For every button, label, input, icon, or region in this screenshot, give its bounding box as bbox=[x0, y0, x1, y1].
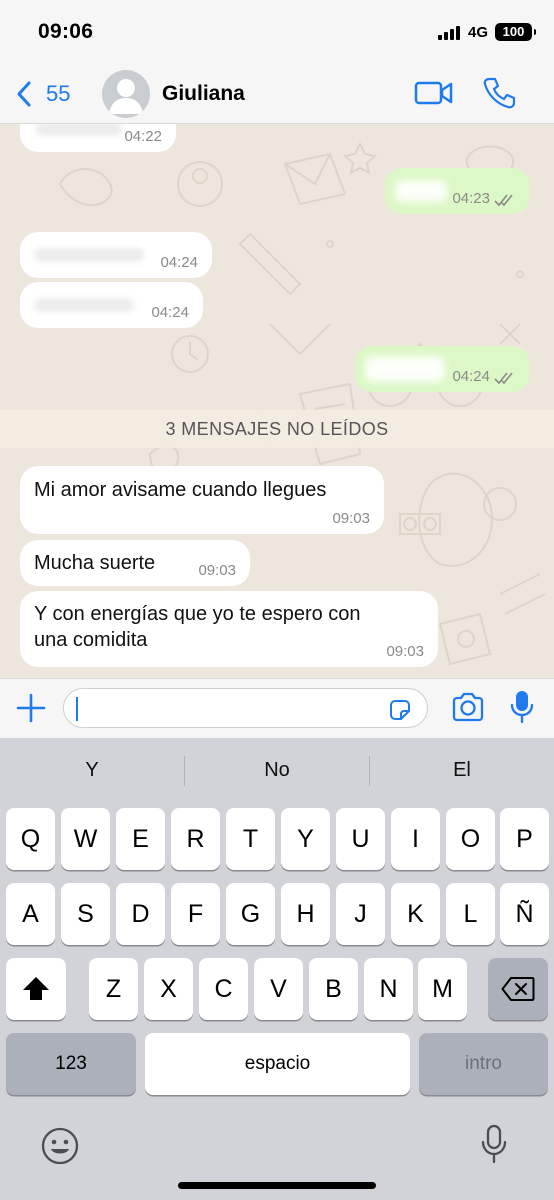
avatar[interactable] bbox=[102, 70, 150, 118]
message-bubble-incoming[interactable]: 04:22 bbox=[20, 124, 176, 152]
plus-icon[interactable] bbox=[14, 691, 48, 725]
unread-messages-divider: 3 MENSAJES NO LEÍDOS bbox=[0, 410, 554, 448]
key-o[interactable]: O bbox=[446, 808, 495, 870]
network-type: 4G bbox=[468, 24, 489, 41]
backspace-icon bbox=[501, 977, 535, 1001]
key-i[interactable]: I bbox=[391, 808, 440, 870]
suggestion-item[interactable]: No bbox=[185, 738, 369, 802]
key-n-tilde[interactable]: Ñ bbox=[500, 883, 549, 945]
key-j[interactable]: J bbox=[336, 883, 385, 945]
text-cursor bbox=[76, 697, 78, 721]
hidden-message-text bbox=[34, 298, 134, 312]
suggestion-bar: Y No El bbox=[0, 738, 554, 802]
key-h[interactable]: H bbox=[281, 883, 330, 945]
key-v[interactable]: V bbox=[254, 958, 303, 1020]
key-g[interactable]: G bbox=[226, 883, 275, 945]
message-bubble-incoming[interactable]: Mi amor avisame cuando llegues 09:03 bbox=[20, 466, 384, 534]
message-time: 09:03 bbox=[198, 562, 236, 579]
numbers-key[interactable]: 123 bbox=[6, 1033, 136, 1095]
message-time: 09:03 bbox=[332, 510, 370, 527]
keyboard: Y No El Q W E R T Y U I O P A S D F G H … bbox=[0, 738, 554, 1200]
key-u[interactable]: U bbox=[336, 808, 385, 870]
space-key[interactable]: espacio bbox=[145, 1033, 410, 1095]
message-time: 04:24 bbox=[151, 304, 189, 321]
key-a[interactable]: A bbox=[6, 883, 55, 945]
shift-key[interactable] bbox=[6, 958, 66, 1020]
sticker-icon[interactable] bbox=[388, 698, 412, 722]
message-text-line: Y con energías que yo te espero con bbox=[34, 603, 361, 625]
key-s[interactable]: S bbox=[61, 883, 110, 945]
key-b[interactable]: B bbox=[309, 958, 358, 1020]
video-camera-icon[interactable] bbox=[414, 78, 454, 108]
hidden-message-text bbox=[36, 124, 122, 136]
message-time: 04:22 bbox=[124, 128, 162, 145]
key-t[interactable]: T bbox=[226, 808, 275, 870]
phone-icon[interactable] bbox=[482, 76, 516, 110]
key-r[interactable]: R bbox=[171, 808, 220, 870]
message-input-bar bbox=[0, 678, 554, 738]
key-c[interactable]: C bbox=[199, 958, 248, 1020]
message-bubble-incoming[interactable]: Mucha suerte 09:03 bbox=[20, 540, 250, 586]
key-x[interactable]: X bbox=[144, 958, 193, 1020]
message-time: 04:24 bbox=[452, 368, 490, 385]
key-q[interactable]: Q bbox=[6, 808, 55, 870]
person-icon bbox=[109, 79, 143, 114]
read-receipt-icon bbox=[494, 372, 513, 385]
message-text: Mucha suerte bbox=[34, 552, 156, 574]
cellular-signal-icon bbox=[438, 26, 464, 40]
key-w[interactable]: W bbox=[61, 808, 110, 870]
message-text: Mi amor avisame cuando llegues bbox=[34, 479, 327, 501]
message-input[interactable] bbox=[63, 688, 428, 728]
read-receipt-icon bbox=[494, 194, 513, 207]
message-time: 04:23 bbox=[452, 190, 490, 207]
message-time: 09:03 bbox=[386, 643, 424, 660]
message-bubble-incoming[interactable]: 04:24 bbox=[20, 232, 212, 278]
key-d[interactable]: D bbox=[116, 883, 165, 945]
hidden-message-text bbox=[365, 356, 445, 382]
return-key[interactable]: intro bbox=[419, 1033, 548, 1095]
battery-icon: 100 bbox=[495, 23, 536, 41]
suggestion-item[interactable]: El bbox=[370, 738, 554, 802]
chat-header: 55 Giuliana bbox=[0, 64, 554, 124]
chevron-left-icon bbox=[17, 81, 31, 107]
key-y[interactable]: Y bbox=[281, 808, 330, 870]
microphone-icon[interactable] bbox=[509, 689, 535, 725]
contact-name[interactable]: Giuliana bbox=[162, 82, 245, 106]
delete-key[interactable] bbox=[488, 958, 548, 1020]
message-bubble-incoming[interactable]: Y con energías que yo te espero con una … bbox=[20, 591, 438, 667]
key-m[interactable]: M bbox=[418, 958, 467, 1020]
chat-area[interactable]: 04:22 04:23 04:24 04:24 04:24 3 MENSAJES… bbox=[0, 124, 554, 678]
key-e[interactable]: E bbox=[116, 808, 165, 870]
status-bar: 09:06 4G 100 bbox=[0, 0, 554, 64]
hidden-message-text bbox=[34, 248, 144, 262]
hidden-message-text bbox=[395, 180, 447, 202]
message-bubble-outgoing[interactable]: 04:24 bbox=[355, 346, 530, 392]
message-text: Y con energías que yo te espero con una … bbox=[34, 601, 361, 653]
key-p[interactable]: P bbox=[500, 808, 549, 870]
key-k[interactable]: K bbox=[391, 883, 440, 945]
message-bubble-outgoing[interactable]: 04:23 bbox=[385, 168, 530, 214]
emoji-icon[interactable] bbox=[40, 1126, 80, 1166]
key-z[interactable]: Z bbox=[89, 958, 138, 1020]
back-button[interactable]: 55 bbox=[14, 78, 70, 110]
key-n[interactable]: N bbox=[364, 958, 413, 1020]
status-time: 09:06 bbox=[38, 20, 94, 43]
message-time: 04:24 bbox=[160, 254, 198, 271]
home-indicator[interactable] bbox=[178, 1182, 376, 1189]
unread-chats-count: 55 bbox=[46, 81, 71, 106]
key-l[interactable]: L bbox=[446, 883, 495, 945]
key-f[interactable]: F bbox=[171, 883, 220, 945]
shift-icon bbox=[23, 977, 49, 1000]
message-bubble-incoming[interactable]: 04:24 bbox=[20, 282, 203, 328]
camera-icon[interactable] bbox=[451, 692, 485, 722]
suggestion-item[interactable]: Y bbox=[0, 738, 184, 802]
message-text-line: una comidita bbox=[34, 629, 148, 651]
dictation-mic-icon[interactable] bbox=[480, 1124, 508, 1166]
